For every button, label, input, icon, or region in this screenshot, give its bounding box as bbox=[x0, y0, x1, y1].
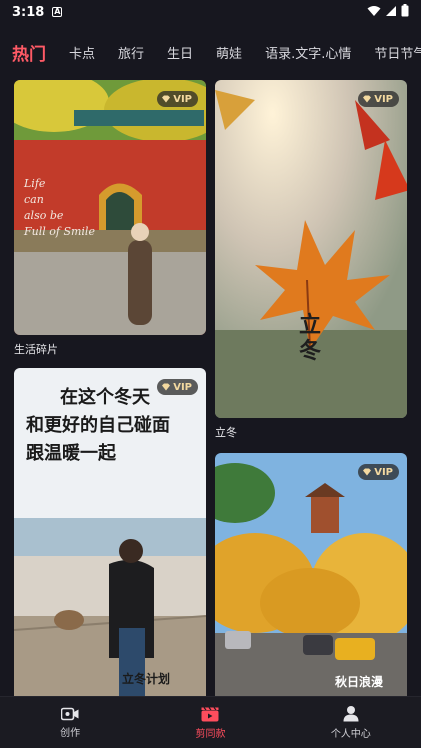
nav-create[interactable]: 创作 bbox=[0, 697, 140, 748]
wifi-icon bbox=[367, 5, 381, 16]
template-card[interactable]: Life can also be Full of Smile VIP bbox=[14, 80, 206, 335]
nav-profile-label: 个人中心 bbox=[330, 729, 371, 740]
nav-profile[interactable]: 个人中心 bbox=[281, 697, 421, 748]
clapperboard-icon bbox=[201, 706, 219, 721]
tab-hot[interactable]: 热门 bbox=[12, 40, 46, 65]
status-bar: 3:18 A bbox=[0, 0, 421, 24]
nav-same-style[interactable]: 剪同款 bbox=[140, 697, 280, 748]
tab-birthday[interactable]: 生日 bbox=[167, 43, 193, 62]
card-overlay-text: Life can also be Full of Smile bbox=[24, 177, 95, 238]
category-tabs: 热门 卡点 旅行 生日 萌娃 语录.文字.心情 节日节气 bbox=[0, 34, 421, 70]
template-card[interactable]: 立 冬 VIP bbox=[215, 80, 407, 418]
card-title: 生活碎片 bbox=[14, 343, 58, 356]
card-overlay-text: 立 冬 bbox=[299, 312, 322, 364]
vip-badge: VIP bbox=[157, 91, 198, 107]
camera-icon bbox=[61, 707, 79, 720]
vip-badge: VIP bbox=[358, 464, 399, 480]
card-title: 立冬 bbox=[215, 426, 237, 439]
diamond-icon bbox=[162, 383, 171, 391]
diamond-icon bbox=[363, 95, 372, 103]
bottom-nav: 创作 剪同款 个人中心 bbox=[0, 696, 421, 748]
card-signature: 秋日浪漫 bbox=[335, 675, 384, 689]
template-card[interactable]: 在这个冬天 和更好的自己碰面 跟温暖一起 立冬计划 VIP bbox=[14, 368, 206, 696]
card-thumbnail bbox=[215, 453, 407, 696]
vip-badge: VIP bbox=[358, 91, 399, 107]
nav-same-style-label: 剪同款 bbox=[195, 728, 226, 740]
card-thumbnail bbox=[215, 80, 407, 418]
status-icons bbox=[367, 4, 409, 17]
tab-travel[interactable]: 旅行 bbox=[118, 43, 144, 62]
signal-icon bbox=[386, 5, 396, 16]
nav-create-label: 创作 bbox=[60, 727, 81, 739]
battery-icon bbox=[401, 4, 409, 17]
tab-festivals[interactable]: 节日节气 bbox=[374, 43, 421, 62]
diamond-icon bbox=[363, 468, 372, 476]
card-signature: 立冬计划 bbox=[122, 672, 171, 686]
template-card[interactable]: 秋日浪漫 VIP bbox=[215, 453, 407, 696]
person-icon bbox=[343, 706, 359, 722]
status-time: 3:18 bbox=[12, 4, 45, 20]
diamond-icon bbox=[162, 95, 171, 103]
vip-badge: VIP bbox=[157, 379, 198, 395]
a-icon: A bbox=[52, 7, 63, 17]
card-overlay-text: 在这个冬天 和更好的自己碰面 跟温暖一起 bbox=[26, 387, 170, 464]
tab-kids[interactable]: 萌娃 bbox=[216, 43, 242, 62]
tab-quotes[interactable]: 语录.文字.心情 bbox=[265, 43, 351, 62]
tab-beat[interactable]: 卡点 bbox=[69, 43, 95, 62]
